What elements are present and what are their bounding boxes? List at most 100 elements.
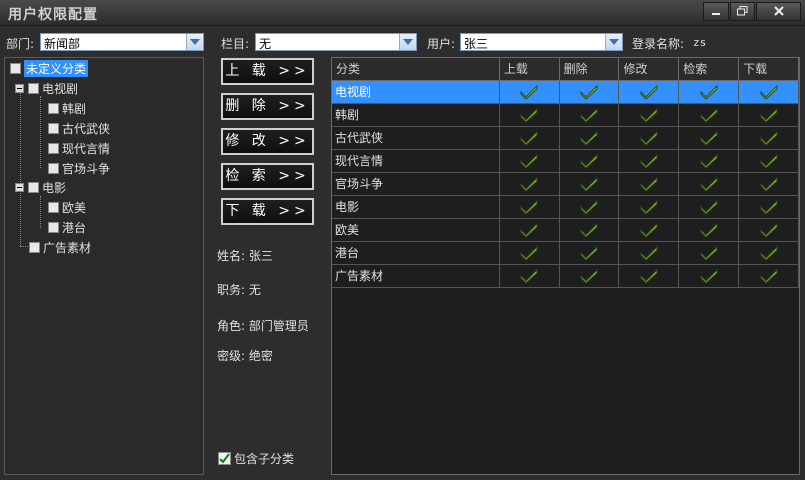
upload-permission-cell[interactable] bbox=[499, 172, 560, 196]
chevron-down-icon[interactable] bbox=[186, 34, 203, 50]
delete-permission-cell[interactable] bbox=[559, 264, 620, 288]
tree-node-hktw[interactable]: 港台 bbox=[48, 218, 86, 236]
column-header-search[interactable]: 检索 bbox=[678, 58, 740, 81]
modify-permission-cell[interactable] bbox=[618, 264, 680, 288]
checkbox[interactable] bbox=[48, 221, 59, 233]
checkbox[interactable] bbox=[28, 181, 39, 193]
download-permission-cell[interactable] bbox=[738, 218, 799, 242]
table-row[interactable]: 古代武侠 bbox=[332, 126, 799, 150]
download-permission-cell[interactable] bbox=[738, 241, 799, 265]
modify-permission-cell[interactable] bbox=[618, 103, 680, 127]
delete-permission-cell[interactable] bbox=[559, 103, 620, 127]
column-header-category[interactable]: 分类 bbox=[332, 58, 500, 81]
column-header-delete[interactable]: 删除 bbox=[559, 58, 620, 81]
table-row[interactable]: 官场斗争 bbox=[332, 172, 799, 196]
checkbox[interactable] bbox=[10, 62, 21, 74]
download-permission-cell[interactable] bbox=[738, 195, 799, 219]
restore-button[interactable] bbox=[730, 2, 755, 21]
collapse-icon[interactable] bbox=[15, 182, 24, 192]
modify-permission-cell[interactable] bbox=[618, 241, 680, 265]
chevron-down-icon[interactable] bbox=[399, 34, 416, 50]
upload-permission-cell[interactable] bbox=[499, 195, 560, 219]
download-permission-cell[interactable] bbox=[738, 80, 799, 104]
column-header-upload[interactable]: 上载 bbox=[499, 58, 560, 81]
search-permission-cell[interactable] bbox=[678, 195, 740, 219]
download-button[interactable]: 下 载 >> bbox=[221, 198, 314, 225]
tree-node-romance[interactable]: 现代言情 bbox=[48, 139, 110, 157]
search-permission-cell[interactable] bbox=[678, 126, 740, 150]
search-button[interactable]: 检 索 >> bbox=[221, 163, 314, 190]
search-permission-cell[interactable] bbox=[678, 241, 740, 265]
search-permission-cell[interactable] bbox=[678, 264, 740, 288]
delete-permission-cell[interactable] bbox=[559, 126, 620, 150]
table-row[interactable]: 现代言情 bbox=[332, 149, 799, 173]
table-row[interactable]: 港台 bbox=[332, 241, 799, 265]
tree-node-wuxia[interactable]: 古代武侠 bbox=[48, 119, 110, 137]
upload-permission-cell[interactable] bbox=[499, 126, 560, 150]
upload-permission-cell[interactable] bbox=[499, 241, 560, 265]
checkbox[interactable] bbox=[48, 142, 59, 154]
tree-root[interactable]: 未定义分类 bbox=[10, 59, 89, 77]
category-tree[interactable]: 未定义分类 电视剧 韩剧 古代武侠 现代言情 官场斗争 电影 欧美 港台 广告素… bbox=[4, 57, 204, 475]
modify-permission-cell[interactable] bbox=[618, 149, 680, 173]
upload-permission-cell[interactable] bbox=[499, 80, 560, 104]
delete-permission-cell[interactable] bbox=[559, 149, 620, 173]
department-select[interactable]: 新闻部 bbox=[40, 33, 204, 51]
modify-permission-cell[interactable] bbox=[618, 218, 680, 242]
upload-permission-cell[interactable] bbox=[499, 103, 560, 127]
checkbox[interactable] bbox=[48, 201, 59, 213]
column-select[interactable]: 无 bbox=[255, 33, 417, 51]
include-subcategories[interactable]: 包含子分类 bbox=[218, 450, 294, 467]
download-permission-cell[interactable] bbox=[738, 149, 799, 173]
download-permission-cell[interactable] bbox=[738, 103, 799, 127]
minimize-button[interactable] bbox=[703, 2, 729, 21]
table-row[interactable]: 电视剧 bbox=[332, 80, 799, 104]
modify-permission-cell[interactable] bbox=[618, 126, 680, 150]
tree-node-korean[interactable]: 韩剧 bbox=[48, 99, 86, 117]
download-permission-cell[interactable] bbox=[738, 172, 799, 196]
permission-grid[interactable]: 分类 上载 删除 修改 检索 下载 电视剧 韩剧 古代武侠 现代言情 官场斗争 电影 欧美港… bbox=[331, 57, 800, 475]
delete-permission-cell[interactable] bbox=[559, 195, 620, 219]
chevron-down-icon[interactable] bbox=[605, 34, 622, 50]
table-row[interactable]: 韩剧 bbox=[332, 103, 799, 127]
checkbox[interactable] bbox=[48, 122, 59, 134]
modify-permission-cell[interactable] bbox=[618, 80, 680, 104]
tree-node-ads[interactable]: 广告素材 bbox=[29, 238, 91, 256]
collapse-icon[interactable] bbox=[15, 83, 24, 93]
checkbox[interactable] bbox=[48, 102, 59, 114]
search-permission-cell[interactable] bbox=[678, 149, 740, 173]
table-row[interactable]: 欧美 bbox=[332, 218, 799, 242]
upload-button[interactable]: 上 载 >> bbox=[221, 58, 314, 85]
modify-button[interactable]: 修 改 >> bbox=[221, 128, 314, 155]
search-permission-cell[interactable] bbox=[678, 172, 740, 196]
column-header-modify[interactable]: 修改 bbox=[618, 58, 680, 81]
modify-permission-cell[interactable] bbox=[618, 172, 680, 196]
upload-permission-cell[interactable] bbox=[499, 149, 560, 173]
search-permission-cell[interactable] bbox=[678, 80, 740, 104]
upload-permission-cell[interactable] bbox=[499, 218, 560, 242]
checkbox[interactable] bbox=[29, 241, 40, 253]
tree-node-tv[interactable]: 电视剧 bbox=[15, 79, 78, 97]
delete-permission-cell[interactable] bbox=[559, 241, 620, 265]
close-button[interactable] bbox=[756, 2, 801, 21]
checkbox[interactable] bbox=[48, 162, 59, 174]
tree-node-western[interactable]: 欧美 bbox=[48, 198, 86, 216]
tree-node-movie[interactable]: 电影 bbox=[15, 178, 66, 196]
delete-permission-cell[interactable] bbox=[559, 80, 620, 104]
table-row[interactable]: 广告素材 bbox=[332, 264, 799, 288]
delete-button[interactable]: 删 除 >> bbox=[221, 93, 314, 120]
download-permission-cell[interactable] bbox=[738, 264, 799, 288]
checkbox[interactable] bbox=[28, 82, 39, 94]
download-permission-cell[interactable] bbox=[738, 126, 799, 150]
upload-permission-cell[interactable] bbox=[499, 264, 560, 288]
include-subcategories-checkbox[interactable] bbox=[218, 452, 231, 465]
column-header-download[interactable]: 下载 bbox=[738, 58, 799, 81]
delete-permission-cell[interactable] bbox=[559, 172, 620, 196]
modify-permission-cell[interactable] bbox=[618, 195, 680, 219]
tree-node-officialdom[interactable]: 官场斗争 bbox=[48, 159, 110, 177]
search-permission-cell[interactable] bbox=[678, 218, 740, 242]
search-permission-cell[interactable] bbox=[678, 103, 740, 127]
table-row[interactable]: 电影 bbox=[332, 195, 799, 219]
user-select[interactable]: 张三 bbox=[460, 33, 623, 51]
delete-permission-cell[interactable] bbox=[559, 218, 620, 242]
